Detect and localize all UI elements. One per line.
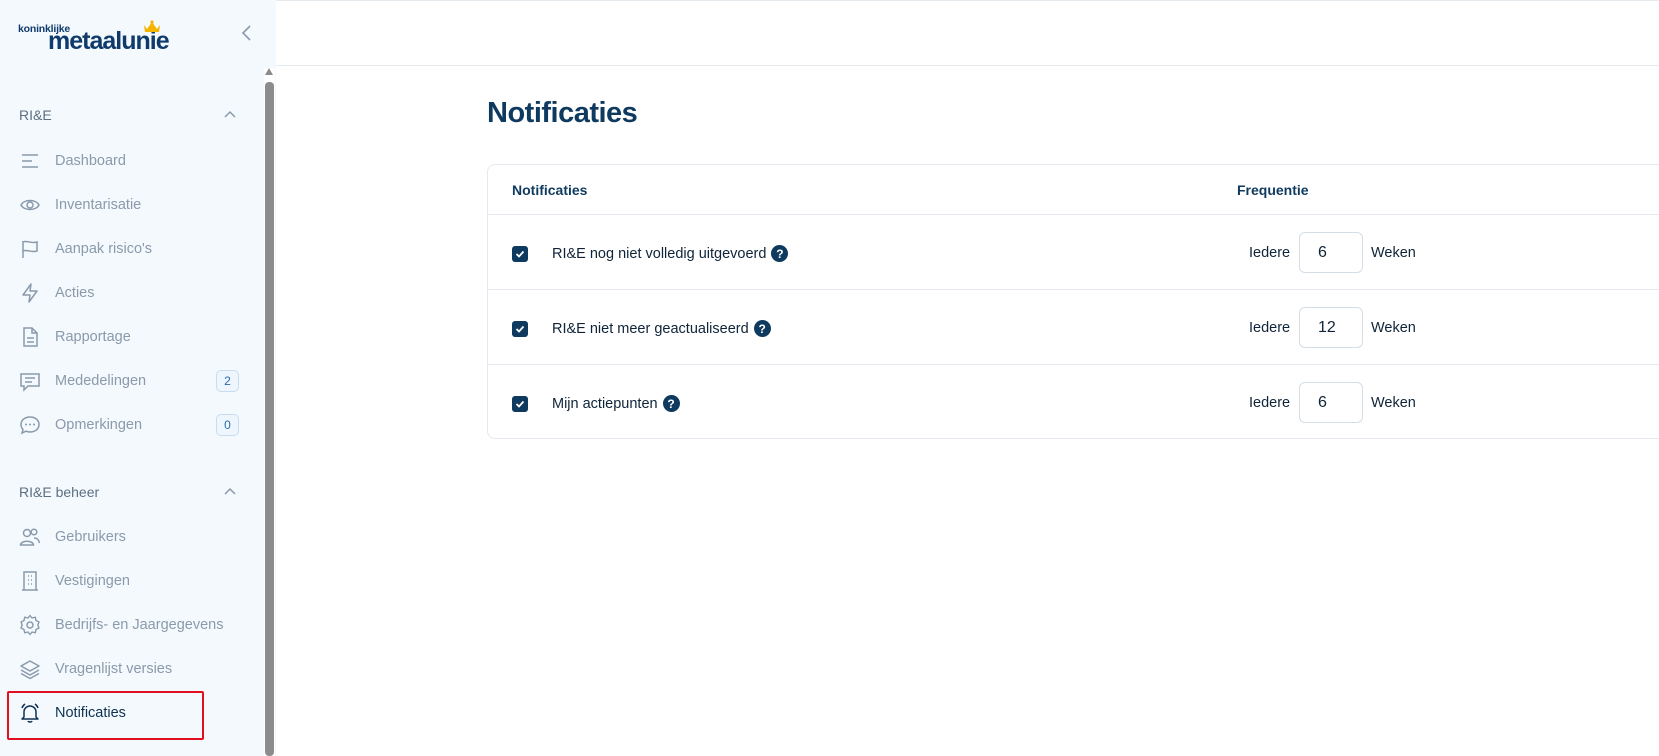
frequency-unit: Weken <box>1371 395 1416 411</box>
help-icon[interactable]: ? <box>771 245 789 262</box>
chevron-up-icon <box>224 487 236 495</box>
collapse-sidebar-button[interactable] <box>236 22 258 44</box>
column-header-frequentie: Frequentie <box>1237 182 1309 198</box>
lightning-icon <box>22 283 38 303</box>
checkmark-icon <box>515 325 525 333</box>
building-icon <box>22 571 38 591</box>
sidebar-item-notificaties[interactable]: Notificaties <box>19 698 239 728</box>
sidebar: koninklijke metaalunie RI&E Dashboard In… <box>0 0 276 756</box>
sidebar-item-label: Rapportage <box>55 329 131 345</box>
crown-icon <box>144 20 160 32</box>
page-title: Notificaties <box>487 97 638 129</box>
sidebar-item-label: Gebruikers <box>55 529 126 545</box>
notification-label: RI&E niet meer geactualiseerd ? <box>552 320 771 337</box>
notification-label-text: RI&E niet meer geactualiseerd <box>552 320 749 337</box>
dashboard-lines-icon <box>22 154 38 168</box>
table-header: Notificaties Frequentie <box>488 165 1659 215</box>
scroll-up-arrow-icon[interactable] <box>265 68 273 75</box>
section-title: RI&E beheer <box>19 484 100 500</box>
frequency-input[interactable] <box>1299 382 1363 423</box>
table-row: RI&E niet meer geactualiseerd ? Iedere W… <box>488 290 1659 365</box>
sidebar-item-dashboard[interactable]: Dashboard <box>19 146 239 176</box>
sidebar-scrollbar-thumb[interactable] <box>265 82 274 756</box>
help-icon[interactable]: ? <box>662 395 680 412</box>
sidebar-item-label: Aanpak risico's <box>55 241 153 257</box>
sidebar-item-label: Bedrijfs- en Jaargegevens <box>55 617 224 633</box>
sidebar-item-rapportage[interactable]: Rapportage <box>19 322 239 352</box>
sidebar-item-label: Opmerkingen <box>55 417 143 433</box>
help-icon[interactable]: ? <box>753 320 771 337</box>
column-header-notificaties: Notificaties <box>512 182 588 198</box>
notification-label-text: Mijn actiepunten <box>552 395 658 412</box>
notification-checkbox[interactable] <box>512 396 528 412</box>
notifications-table: Notificaties Frequentie RI&E nog niet vo… <box>487 164 1659 439</box>
sidebar-scroll-area: koninklijke metaalunie RI&E Dashboard In… <box>0 0 264 756</box>
section-header-rie-beheer[interactable]: RI&E beheer <box>19 480 239 504</box>
notification-checkbox[interactable] <box>512 321 528 337</box>
sidebar-item-label: Mededelingen <box>55 373 147 389</box>
bell-icon <box>21 703 39 723</box>
sidebar-item-label: Vragenlijst versies <box>55 661 173 677</box>
frequency-prefix: Iedere <box>1249 245 1291 261</box>
chat-lines-icon <box>20 373 40 392</box>
flag-icon <box>22 240 38 258</box>
notification-label-text: RI&E nog niet volledig uitgevoerd <box>552 245 767 262</box>
gear-icon <box>20 614 40 636</box>
sidebar-item-vragenlijst-versies[interactable]: Vragenlijst versies <box>19 654 239 684</box>
section-title: RI&E <box>19 107 52 123</box>
sidebar-item-acties[interactable]: Acties <box>19 278 239 308</box>
sidebar-item-label: Vestigingen <box>55 573 130 589</box>
chevron-left-icon <box>241 25 251 41</box>
frequency-input[interactable] <box>1299 307 1363 348</box>
chat-dots-icon <box>20 416 40 435</box>
table-row: Mijn actiepunten ? Iedere Weken <box>488 365 1659 440</box>
layers-icon <box>20 660 40 680</box>
top-bar <box>276 0 1659 66</box>
sidebar-item-opmerkingen[interactable]: Opmerkingen 0 <box>19 410 239 440</box>
frequency-unit: Weken <box>1371 245 1416 261</box>
metaalunie-logo[interactable]: koninklijke metaalunie <box>18 20 170 54</box>
notification-label: RI&E nog niet volledig uitgevoerd ? <box>552 245 789 262</box>
sidebar-item-bedrijfsgegevens[interactable]: Bedrijfs- en Jaargegevens <box>19 610 239 640</box>
sidebar-item-gebruikers[interactable]: Gebruikers <box>19 522 239 552</box>
sidebar-item-label: Notificaties <box>55 705 126 721</box>
sidebar-item-label: Dashboard <box>55 153 126 169</box>
table-row: RI&E nog niet volledig uitgevoerd ? Iede… <box>488 215 1659 290</box>
sidebar-item-label: Acties <box>55 285 95 301</box>
document-icon <box>23 327 38 347</box>
sidebar-item-aanpak-risicos[interactable]: Aanpak risico's <box>19 234 239 264</box>
frequency-prefix: Iedere <box>1249 320 1291 336</box>
checkmark-icon <box>515 250 525 258</box>
checkmark-icon <box>515 400 525 408</box>
eye-icon <box>20 199 40 211</box>
count-badge: 0 <box>216 414 239 436</box>
sidebar-item-label: Inventarisatie <box>55 197 142 213</box>
notification-label: Mijn actiepunten ? <box>552 395 680 412</box>
frequency-prefix: Iedere <box>1249 395 1291 411</box>
notification-checkbox[interactable] <box>512 246 528 262</box>
frequency-unit: Weken <box>1371 320 1416 336</box>
sidebar-item-vestigingen[interactable]: Vestigingen <box>19 566 239 596</box>
chevron-up-icon <box>224 110 236 118</box>
sidebar-item-inventarisatie[interactable]: Inventarisatie <box>19 190 239 220</box>
section-header-rie[interactable]: RI&E <box>19 103 239 127</box>
count-badge: 2 <box>216 370 239 392</box>
frequency-input[interactable] <box>1299 232 1363 273</box>
sidebar-item-mededelingen[interactable]: Mededelingen 2 <box>19 366 239 396</box>
users-icon <box>19 528 41 546</box>
